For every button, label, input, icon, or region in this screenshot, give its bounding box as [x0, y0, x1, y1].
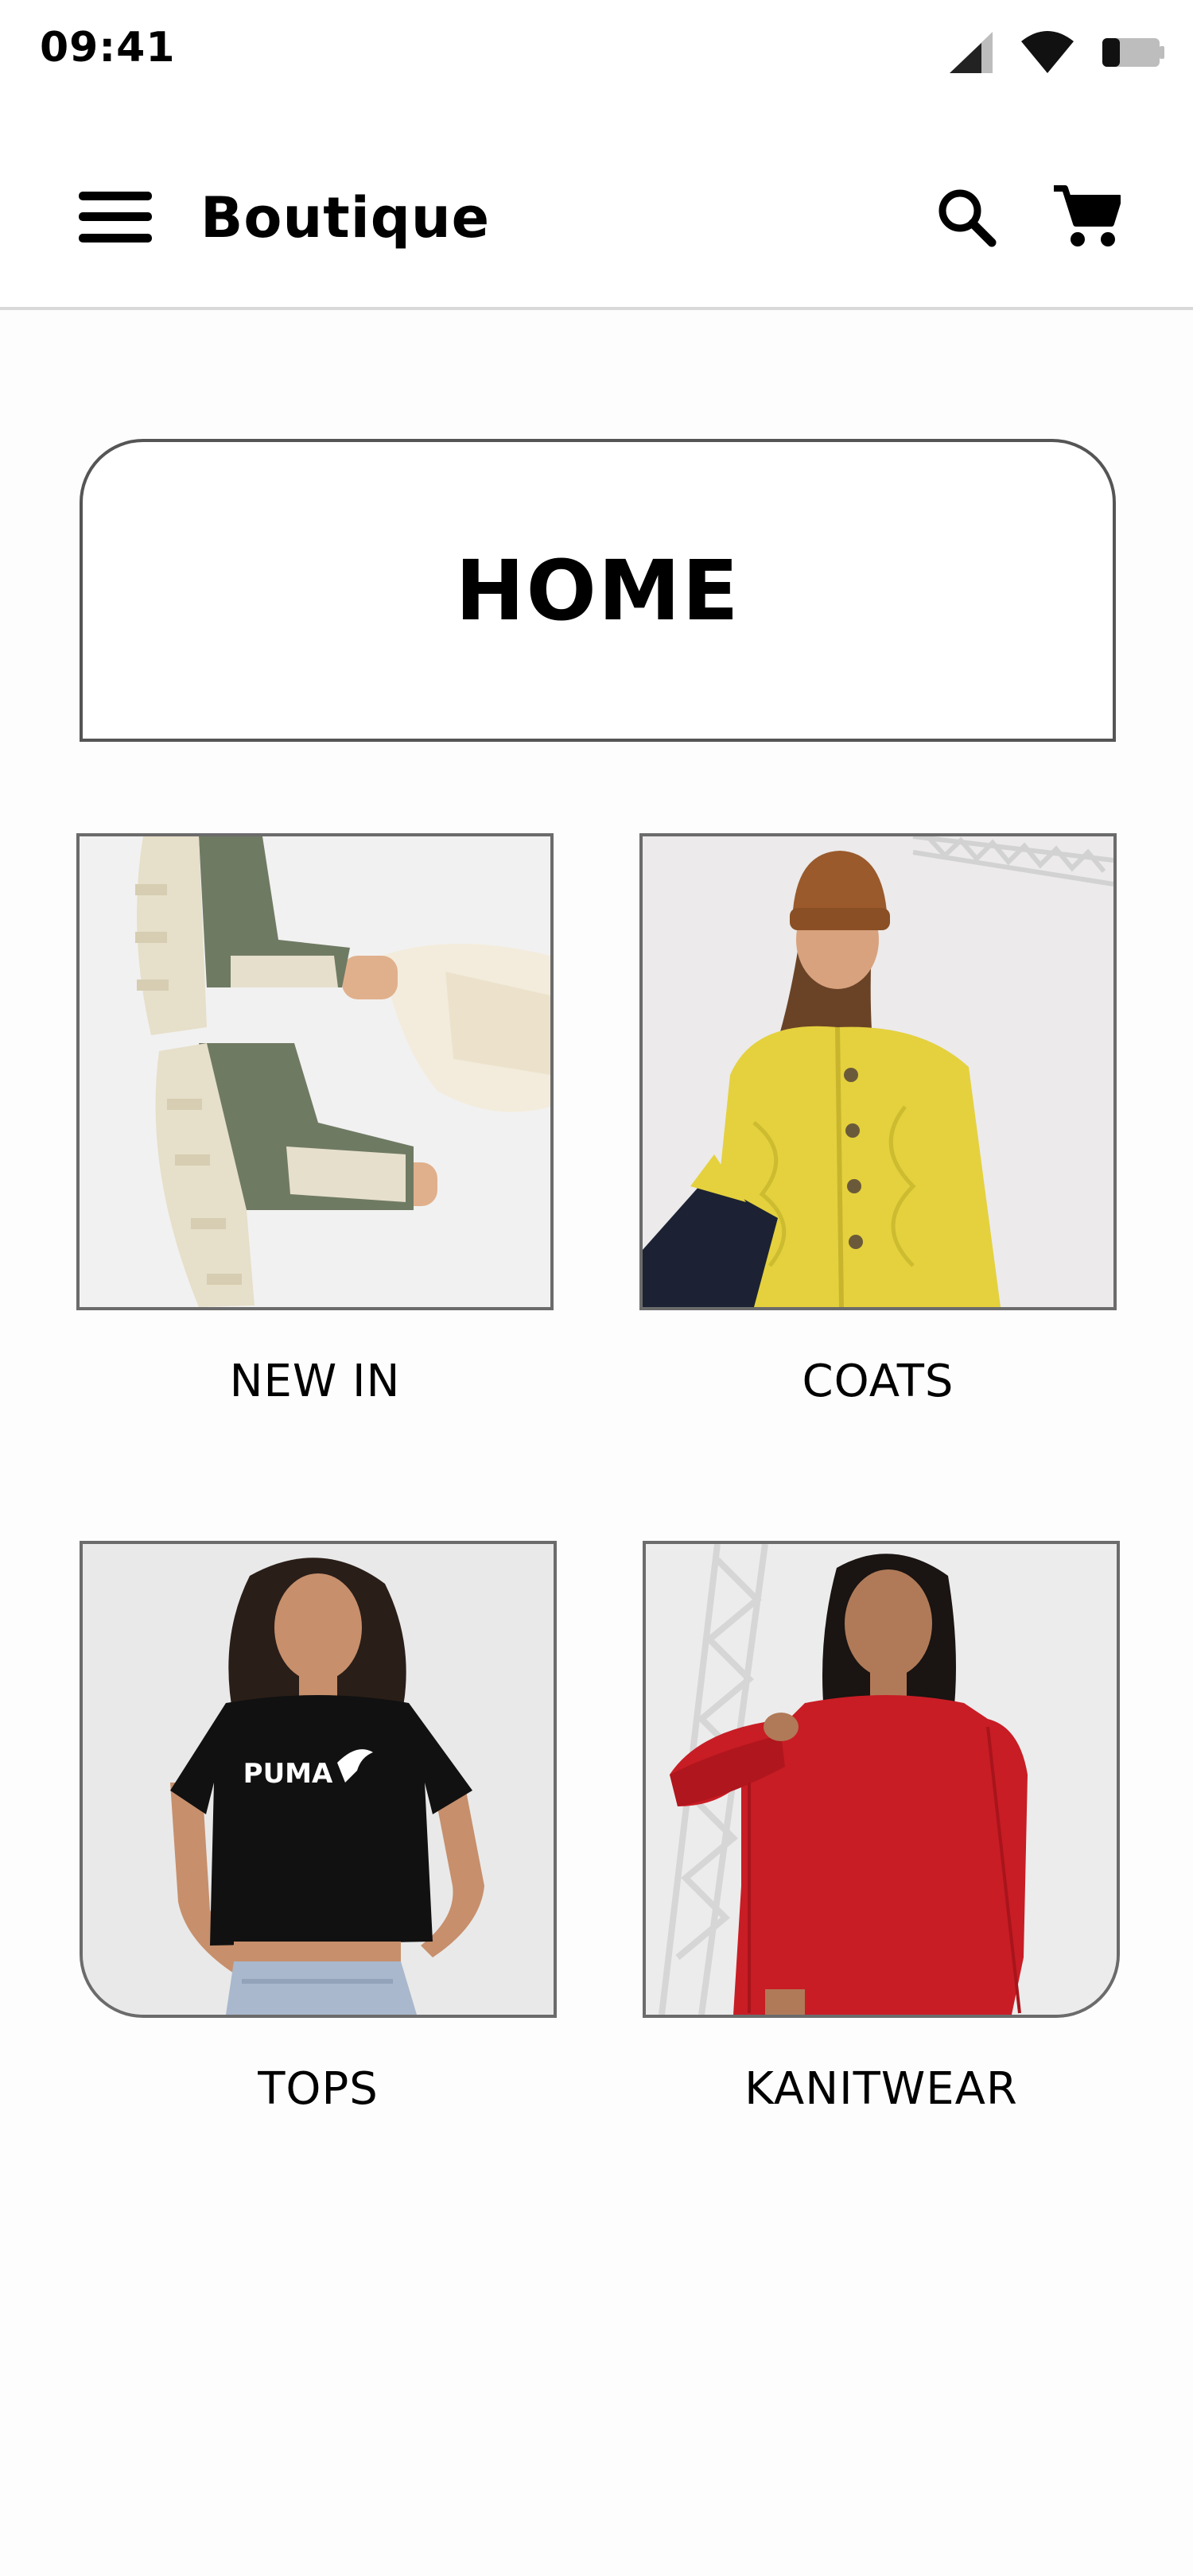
app-title: Boutique — [200, 185, 491, 250]
category-image-tops[interactable]: PUMA — [80, 1541, 557, 2018]
status-bar: 09:41 — [0, 0, 1193, 111]
battery-icon — [1099, 35, 1166, 73]
category-image-knitwear[interactable] — [643, 1541, 1120, 2018]
wifi-icon — [1020, 30, 1075, 78]
category-new-in[interactable]: NEW IN — [76, 833, 554, 1404]
menu-button[interactable] — [72, 175, 159, 262]
status-time: 09:41 — [40, 24, 176, 72]
home-header: HOME — [80, 439, 1116, 742]
cart-button[interactable] — [1039, 175, 1134, 262]
cellular-signal-icon — [946, 30, 996, 78]
menu-icon — [79, 192, 152, 246]
search-icon — [936, 187, 997, 250]
category-knitwear[interactable]: KANITWEAR — [643, 1541, 1120, 2112]
category-image-coats[interactable] — [639, 833, 1117, 1310]
category-label: COATS — [802, 1356, 954, 1407]
category-label: TOPS — [258, 2063, 379, 2115]
app-bar: Boutique — [0, 111, 1193, 310]
status-icons — [946, 30, 1166, 78]
category-label: KANITWEAR — [744, 2063, 1018, 2115]
cart-icon — [1052, 185, 1122, 252]
category-label: NEW IN — [229, 1356, 401, 1407]
category-tops[interactable]: PUMA TOPS — [80, 1541, 557, 2112]
search-button[interactable] — [923, 175, 1010, 262]
home-title: HOME — [455, 541, 740, 639]
category-coats[interactable]: COATS — [639, 833, 1117, 1404]
category-image-new-in[interactable] — [76, 833, 554, 1310]
svg-text:PUMA: PUMA — [243, 1758, 333, 1790]
